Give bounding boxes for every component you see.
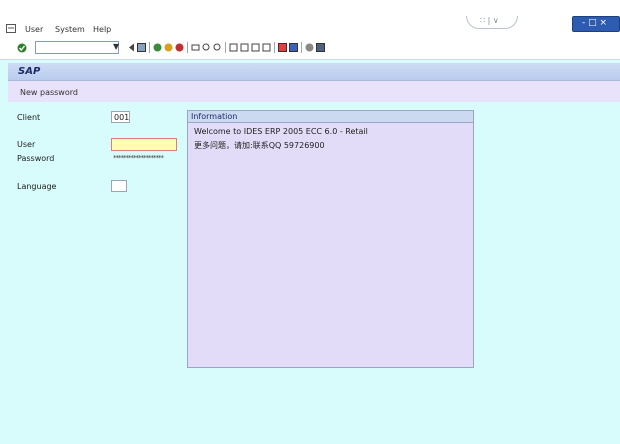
- client-label: Client: [17, 113, 41, 122]
- back-icon[interactable]: [153, 43, 162, 52]
- toolbar-separator: [274, 42, 275, 53]
- information-line: 更多问题，请加:联系QQ 59726900: [194, 141, 325, 150]
- command-field[interactable]: [35, 41, 119, 54]
- save-icon[interactable]: [127, 43, 136, 52]
- shortcut-icon[interactable]: [289, 43, 298, 52]
- layout-menu-icon[interactable]: [316, 43, 325, 52]
- layout-controls[interactable]: ∷ | ∨: [466, 16, 518, 29]
- print-icon[interactable]: [191, 43, 200, 52]
- toolbar-separator: [301, 42, 302, 53]
- password-field[interactable]: ********************: [111, 153, 177, 163]
- toolbar-separator: [225, 42, 226, 53]
- new-password-button[interactable]: New password: [20, 88, 78, 97]
- window-buttons[interactable]: - □ ×: [572, 16, 620, 32]
- toolbar-separator: [187, 42, 188, 53]
- menu-help[interactable]: Help: [93, 25, 111, 34]
- screen-title-bar: SAP: [8, 63, 620, 81]
- exit-icon[interactable]: [164, 43, 173, 52]
- menu-system[interactable]: System: [55, 25, 85, 34]
- cancel-icon[interactable]: [175, 43, 184, 52]
- toolbar-separator: [149, 42, 150, 53]
- application-toolbar: New password: [8, 81, 620, 102]
- new-session-icon[interactable]: [278, 43, 287, 52]
- information-line: Welcome to IDES ERP 2005 ECC 6.0 - Retai…: [194, 127, 368, 136]
- menu-user[interactable]: User: [25, 25, 43, 34]
- help-icon[interactable]: [305, 43, 314, 52]
- disk-icon[interactable]: [137, 43, 146, 52]
- information-panel: Information Welcome to IDES ERP 2005 ECC…: [187, 110, 474, 368]
- layout-controls-label: ∷ | ∨: [480, 16, 499, 25]
- language-label: Language: [17, 182, 57, 191]
- screen-title: SAP: [18, 66, 41, 77]
- find-icon[interactable]: [202, 43, 211, 52]
- user-label: User: [17, 140, 36, 149]
- find-next-icon[interactable]: [213, 43, 222, 52]
- information-header: Information: [188, 111, 473, 123]
- first-page-icon[interactable]: [229, 43, 238, 52]
- menu-bar: User System Help: [0, 20, 620, 37]
- language-field[interactable]: [111, 180, 127, 192]
- last-page-icon[interactable]: [262, 43, 271, 52]
- top-strip: [0, 0, 620, 20]
- information-title: Information: [191, 112, 238, 121]
- command-dropdown-icon[interactable]: ▼: [113, 42, 119, 51]
- next-page-icon[interactable]: [251, 43, 260, 52]
- previous-page-icon[interactable]: [240, 43, 249, 52]
- user-field[interactable]: [111, 138, 177, 151]
- client-field[interactable]: 001: [111, 111, 130, 123]
- window-menu-icon[interactable]: [6, 24, 16, 33]
- password-label: Password: [17, 154, 55, 163]
- window-controls-label: - □ ×: [582, 18, 608, 28]
- enter-check-icon[interactable]: [17, 43, 27, 53]
